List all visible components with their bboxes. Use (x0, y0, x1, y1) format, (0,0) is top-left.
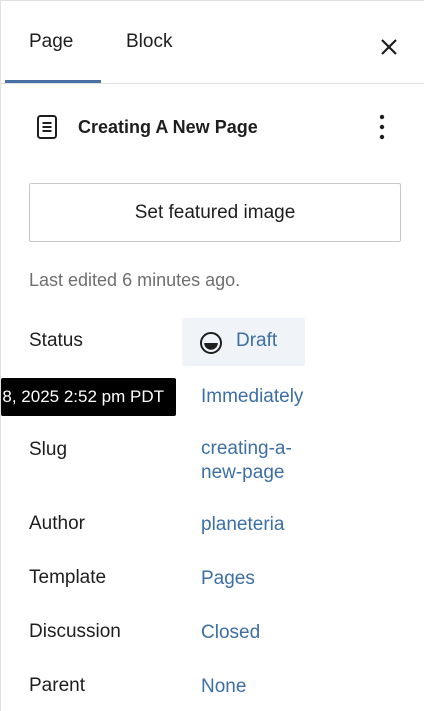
more-vertical-icon[interactable] (369, 111, 395, 143)
tooltip-text: 8, 2025 2:52 pm PDT (2, 387, 164, 406)
publish-value[interactable]: Immediately (201, 384, 303, 410)
discussion-label: Discussion (29, 621, 121, 642)
document-summary: Creating A New Page (1, 101, 424, 153)
status-button[interactable]: Draft (182, 318, 305, 366)
draft-status-icon (200, 332, 222, 354)
slug-value[interactable]: creating-a- new-page (201, 437, 351, 485)
slug-value-line2: new-page (201, 462, 285, 483)
template-label: Template (29, 567, 107, 588)
author-value[interactable]: planeteria (201, 512, 284, 538)
parent-value[interactable]: None (201, 674, 246, 700)
slug-value-line1: creating-a- (201, 438, 292, 459)
parent-label: Parent (29, 675, 85, 696)
slug-label: Slug (29, 439, 68, 460)
status-label: Status (29, 330, 83, 351)
page-icon (37, 115, 57, 139)
publish-date-tooltip: 8, 2025 2:52 pm PDT (1, 378, 176, 416)
close-icon (381, 39, 397, 55)
tab-page[interactable]: Page (29, 1, 73, 83)
sidebar-tabs: Page Block (1, 1, 424, 84)
tab-block[interactable]: Block (126, 1, 172, 83)
author-label: Author (29, 513, 85, 534)
set-featured-image-button[interactable]: Set featured image (29, 183, 401, 242)
discussion-value[interactable]: Closed (201, 620, 260, 646)
settings-sidebar: Page Block Creating A New Page Set featu… (0, 0, 424, 711)
template-value[interactable]: Pages (201, 566, 255, 592)
last-edited-text: Last edited 6 minutes ago. (29, 270, 241, 290)
document-title: Creating A New Page (78, 117, 258, 137)
close-button[interactable] (373, 31, 405, 63)
status-value: Draft (236, 330, 278, 351)
active-tab-indicator (5, 80, 101, 83)
